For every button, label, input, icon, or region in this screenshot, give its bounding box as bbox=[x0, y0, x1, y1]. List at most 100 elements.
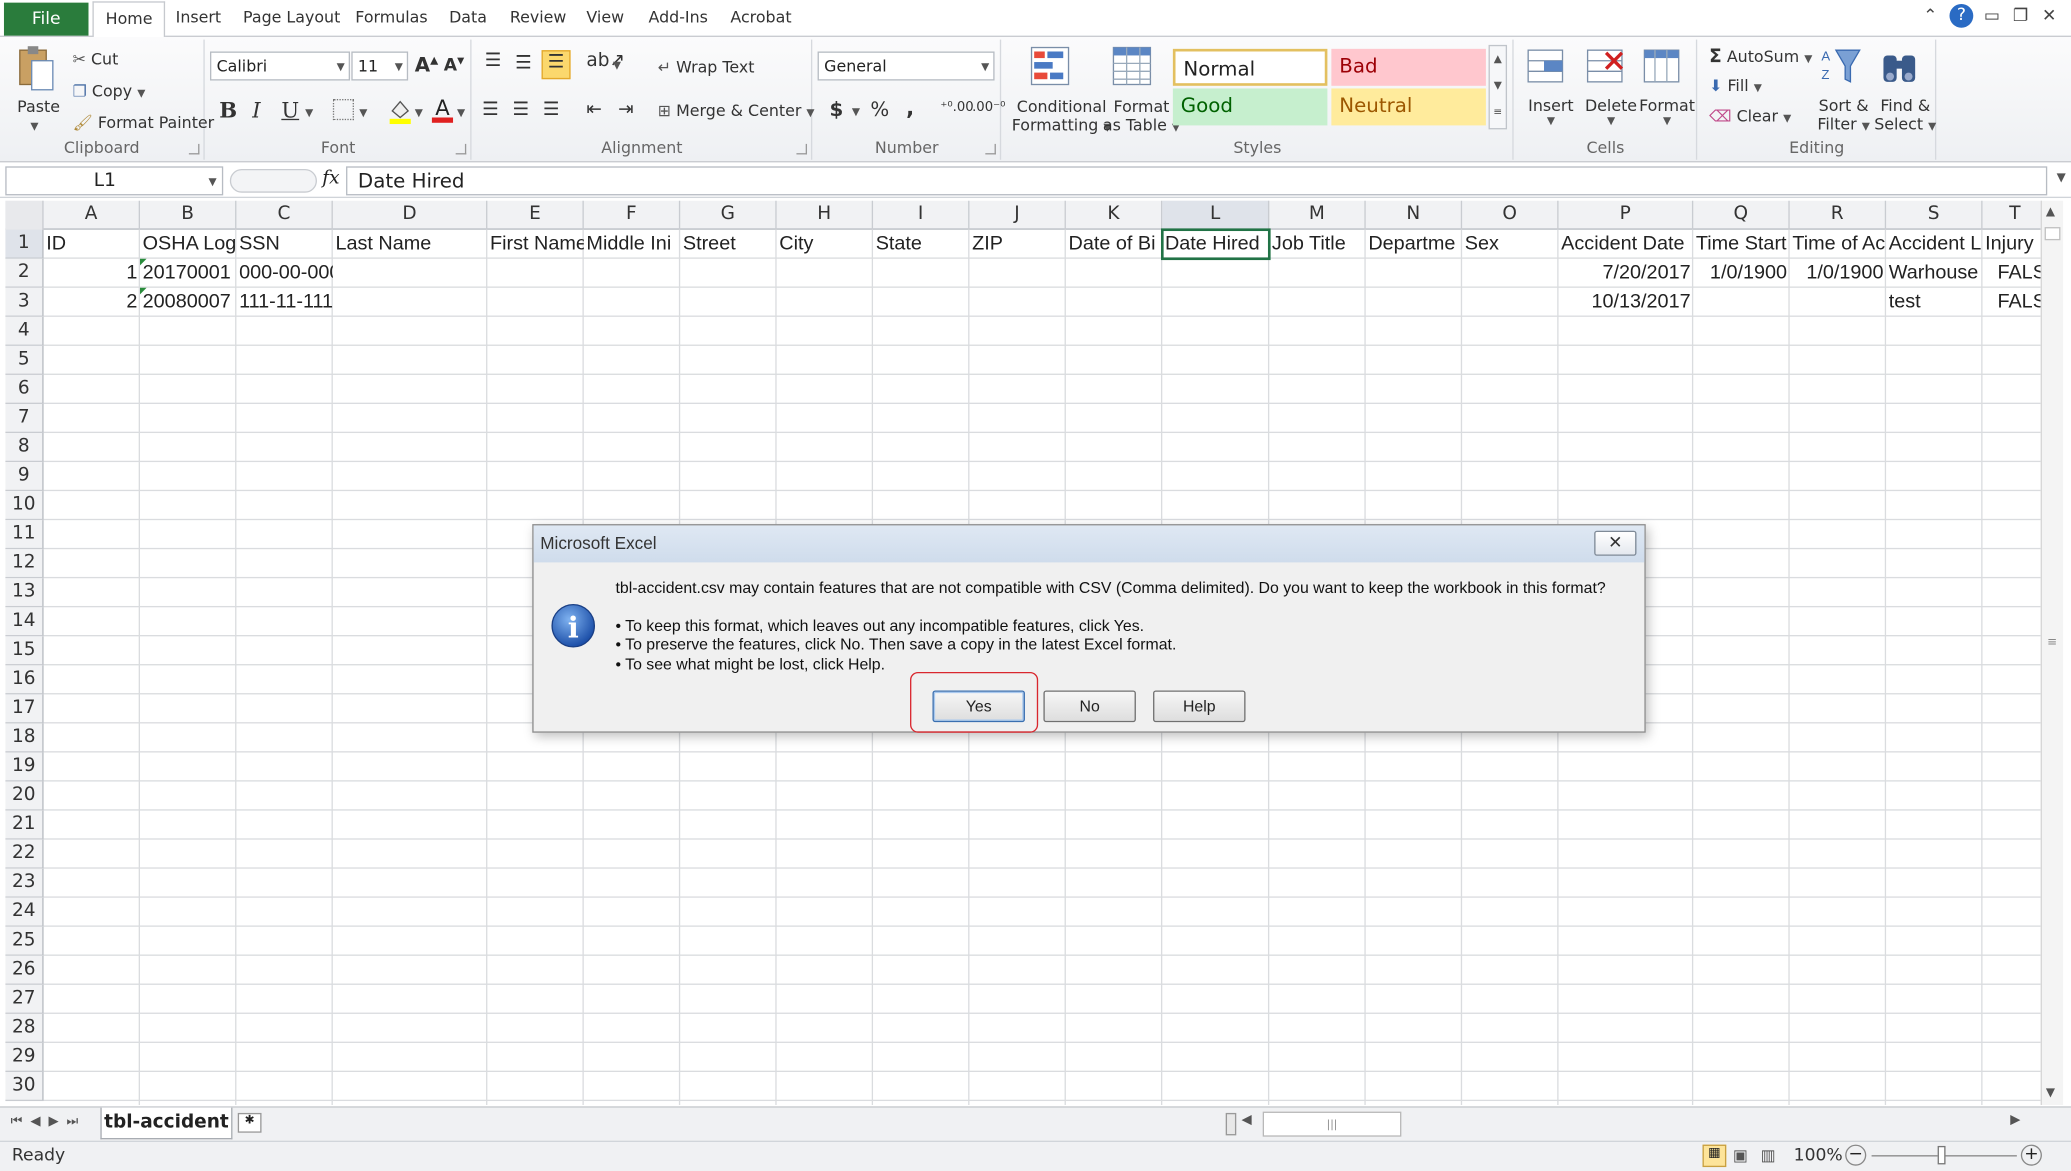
row-header-11[interactable]: 11 bbox=[5, 520, 44, 550]
row-header-7[interactable]: 7 bbox=[5, 403, 44, 434]
paste-dropdown-icon[interactable]: ▼ bbox=[30, 120, 38, 132]
tab-home[interactable]: Home bbox=[92, 1, 166, 39]
column-header-L[interactable]: L bbox=[1162, 200, 1270, 230]
row-header-18[interactable]: 18 bbox=[5, 723, 44, 753]
cell-O1[interactable]: Sex bbox=[1462, 230, 1558, 259]
cell-P3[interactable]: 10/13/2017 bbox=[1559, 288, 1694, 317]
row-header-24[interactable]: 24 bbox=[5, 897, 44, 927]
cell-A2[interactable]: 1 bbox=[44, 259, 140, 288]
window-close-icon[interactable]: ✕ bbox=[2042, 7, 2056, 27]
vertical-scrollbar[interactable]: ▲ ≡ ▼ bbox=[2040, 200, 2064, 1106]
number-format-select[interactable]: General ▼ bbox=[817, 51, 995, 81]
row-header-1[interactable]: 1 bbox=[5, 229, 44, 259]
row-header-21[interactable]: 21 bbox=[5, 810, 44, 840]
ribbon-minimize-icon[interactable]: ⌃ bbox=[1923, 7, 1937, 27]
cell-D1[interactable]: Last Name bbox=[333, 230, 488, 259]
tab-view[interactable]: View bbox=[586, 8, 624, 26]
column-header-T[interactable]: T bbox=[1983, 201, 2041, 230]
cell-T2[interactable]: FALS bbox=[1983, 259, 2040, 288]
scroll-right-icon[interactable]: ▶ bbox=[2010, 1113, 2020, 1128]
cut-button[interactable]: ✂ Cut bbox=[73, 50, 119, 68]
column-header-R[interactable]: R bbox=[1790, 200, 1887, 230]
align-middle-icon[interactable]: ☰ bbox=[515, 53, 532, 74]
comma-button[interactable]: , bbox=[906, 95, 914, 120]
cell-A3[interactable]: 2 bbox=[44, 288, 140, 317]
cell-R2[interactable]: 1/0/1900 bbox=[1790, 259, 1886, 288]
conditional-formatting-icon[interactable] bbox=[1029, 45, 1074, 90]
column-header-S[interactable]: S bbox=[1886, 200, 1983, 230]
tab-split-handle[interactable] bbox=[1225, 1112, 1237, 1136]
shrink-font-icon[interactable]: A▼ bbox=[444, 55, 464, 75]
zoom-level[interactable]: 100% bbox=[1794, 1146, 1843, 1166]
row-header-15[interactable]: 15 bbox=[5, 636, 44, 666]
column-header-K[interactable]: K bbox=[1066, 200, 1163, 230]
row-header-17[interactable]: 17 bbox=[5, 694, 44, 724]
cell-G1[interactable]: Street bbox=[680, 230, 776, 259]
merge-center-button[interactable]: ⊞ Merge & Center ▼ bbox=[658, 102, 815, 120]
percent-button[interactable]: % bbox=[870, 98, 889, 122]
paste-button[interactable]: Paste bbox=[17, 98, 60, 116]
cell-T3[interactable]: FALS bbox=[1983, 288, 2040, 317]
alignment-launcher-icon[interactable] bbox=[796, 143, 808, 155]
insert-button[interactable]: Insert ▼ bbox=[1528, 96, 1573, 126]
cell-F1[interactable]: Middle Ini bbox=[584, 230, 680, 259]
row-header-19[interactable]: 19 bbox=[5, 752, 44, 782]
increase-indent-icon[interactable]: ⇥ bbox=[618, 99, 633, 120]
insert-cells-icon[interactable] bbox=[1526, 45, 1568, 87]
cell-R1[interactable]: Time of Ac bbox=[1790, 230, 1886, 259]
align-bottom-icon[interactable]: ☰ bbox=[541, 50, 571, 80]
normal-view-icon[interactable]: ▦ bbox=[1702, 1144, 1727, 1168]
sheet-tab-tbl-accident[interactable]: tbl-accident bbox=[100, 1107, 233, 1140]
row-header-16[interactable]: 16 bbox=[5, 665, 44, 695]
row-header-20[interactable]: 20 bbox=[5, 781, 44, 811]
delete-cells-icon[interactable] bbox=[1585, 45, 1627, 87]
style-neutral[interactable]: Neutral bbox=[1331, 88, 1486, 126]
row-header-27[interactable]: 27 bbox=[5, 984, 44, 1014]
error-indicator-icon[interactable] bbox=[140, 258, 147, 266]
window-restore-icon[interactable]: ❐ bbox=[2013, 7, 2028, 27]
italic-button[interactable]: I bbox=[252, 98, 260, 123]
sheet-nav-icons[interactable]: ⏮◀▶⏭ bbox=[11, 1114, 87, 1129]
style-bad[interactable]: Bad bbox=[1331, 48, 1486, 86]
no-button[interactable]: No bbox=[1043, 690, 1136, 723]
underline-button[interactable]: U bbox=[281, 98, 299, 123]
row-header-25[interactable]: 25 bbox=[5, 926, 44, 956]
row-header-4[interactable]: 4 bbox=[5, 316, 44, 346]
column-header-C[interactable]: C bbox=[236, 200, 333, 230]
help-icon[interactable]: ? bbox=[1949, 3, 1974, 28]
find-select-button[interactable]: Find & Select ▼ bbox=[1874, 96, 1936, 133]
copy-button[interactable]: ❐ Copy ▼ bbox=[73, 82, 146, 100]
sort-filter-button[interactable]: Sort & Filter ▼ bbox=[1817, 96, 1869, 133]
font-color-icon[interactable]: A bbox=[431, 95, 454, 124]
currency-dropdown-icon[interactable]: ▼ bbox=[852, 106, 860, 118]
fill-color-dropdown-icon[interactable]: ▼ bbox=[415, 107, 423, 119]
currency-button[interactable]: $ bbox=[829, 98, 843, 122]
decrease-decimal-icon[interactable]: .00⁻⁰ bbox=[972, 100, 1005, 115]
delete-button[interactable]: Delete ▼ bbox=[1585, 96, 1637, 126]
column-header-F[interactable]: F bbox=[584, 200, 681, 230]
clipboard-launcher-icon[interactable] bbox=[188, 143, 200, 155]
page-layout-view-icon[interactable]: ▣ bbox=[1733, 1146, 1748, 1164]
zoom-in-icon[interactable]: + bbox=[2020, 1144, 2042, 1166]
row-header-6[interactable]: 6 bbox=[5, 374, 44, 404]
cell-Q2[interactable]: 1/0/1900 bbox=[1693, 259, 1789, 288]
font-size-select[interactable]: 11 ▼ bbox=[351, 51, 409, 81]
vertical-scroll-thumb[interactable] bbox=[2044, 227, 2061, 241]
align-left-icon[interactable]: ☰ bbox=[482, 99, 499, 120]
cell-E1[interactable]: First Name bbox=[487, 230, 584, 259]
scroll-down-icon[interactable]: ▼ bbox=[2046, 1087, 2055, 1100]
split-handle-icon[interactable]: ≡ bbox=[2047, 636, 2057, 649]
styles-scroll-icon[interactable]: ▲ ▼ ≡ bbox=[1488, 44, 1508, 130]
format-button[interactable]: Format ▼ bbox=[1639, 96, 1695, 126]
name-box[interactable]: L1 ▼ bbox=[5, 166, 224, 196]
format-painter-button[interactable]: 🖌 Format Painter bbox=[73, 114, 215, 132]
column-header-E[interactable]: E bbox=[487, 200, 584, 230]
tab-formulas[interactable]: Formulas bbox=[355, 8, 427, 26]
formula-input[interactable]: Date Hired bbox=[346, 166, 2048, 196]
cell-Q1[interactable]: Time Start bbox=[1693, 230, 1789, 259]
number-launcher-icon[interactable] bbox=[985, 143, 996, 155]
cell-T1[interactable]: Injury bbox=[1983, 230, 2041, 259]
expand-formula-icon[interactable]: ▼ bbox=[2057, 172, 2066, 185]
cell-C2[interactable]: 000-00-0000 bbox=[236, 259, 333, 288]
increase-decimal-icon[interactable]: ⁺⁰.00 bbox=[940, 100, 973, 115]
